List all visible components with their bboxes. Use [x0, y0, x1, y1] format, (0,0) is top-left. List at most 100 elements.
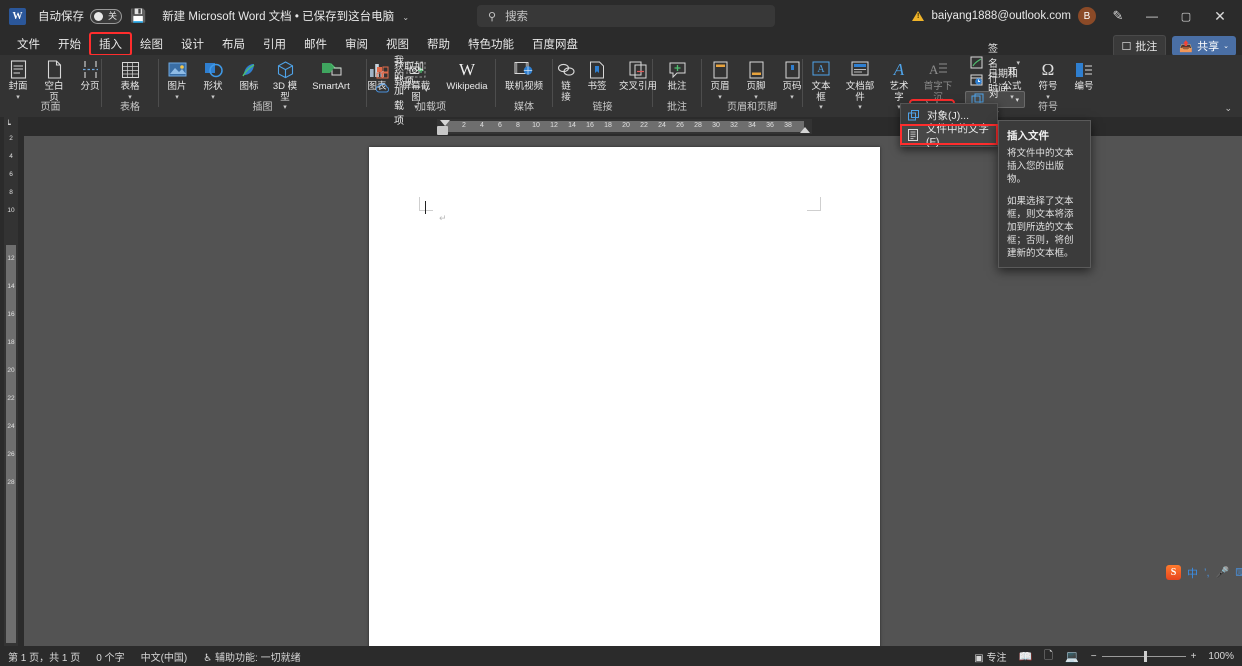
ribbon-button-bookmark[interactable]: 书签	[579, 58, 615, 94]
document-page[interactable]: ↵	[369, 147, 880, 655]
ribbon-button-my-addins[interactable]: 我的加载项 ▾	[371, 81, 433, 98]
chevron-down-icon[interactable]: ▾	[1010, 94, 1014, 101]
zoom-level[interactable]: 100%	[1208, 651, 1234, 662]
status-left: 第 1 页，共 1 页 0 个字 中文(中国) ♿ 辅助功能: 一切就绪	[0, 649, 301, 664]
ribbon-button-link[interactable]: 链接	[553, 58, 579, 104]
print-layout-icon[interactable]: 🗋	[1044, 647, 1053, 666]
language-indicator[interactable]: 中文(中国)	[141, 649, 188, 664]
chevron-down-icon[interactable]: ⌄	[1223, 42, 1229, 50]
autosave-switch[interactable]: 关	[90, 9, 122, 24]
chevron-down-icon[interactable]: ▾	[754, 94, 758, 101]
ribbon-button-symbol[interactable]: Ω 符号 ▾	[1030, 58, 1066, 102]
search-input[interactable]: ⚲ 搜索	[477, 5, 775, 27]
chevron-down-icon[interactable]: ▾	[858, 104, 862, 111]
accessibility-status[interactable]: ♿ 辅助功能: 一切就绪	[203, 649, 300, 664]
tooltip-paragraph-1: 将文件中的文本插入您的出版物。	[1007, 147, 1082, 186]
tab-draw[interactable]: 绘图	[131, 33, 172, 55]
ribbon-button-numbering[interactable]: 编号	[1066, 58, 1102, 94]
ribbon-button-shapes[interactable]: 形状 ▾	[195, 58, 231, 102]
3d-model-icon	[277, 59, 294, 80]
chevron-down-icon[interactable]: ▾	[819, 104, 823, 111]
ime-toolbar[interactable]: S 中 ’, 🎤 ⌨ ☰	[1166, 563, 1242, 582]
ribbon-label: 空白页	[40, 82, 68, 103]
document-title[interactable]: 新建 Microsoft Word 文档 • 已保存到这台电脑 ⌄	[162, 8, 409, 24]
page-info[interactable]: 第 1 页，共 1 页	[8, 649, 80, 664]
ime-mode-button[interactable]: 中	[1187, 565, 1198, 581]
collapse-ribbon-button[interactable]: ⌄	[1224, 103, 1232, 114]
tab-features[interactable]: 特色功能	[459, 33, 523, 55]
zoom-track[interactable]	[1102, 656, 1186, 657]
ribbon-button-online-video[interactable]: 联机视频	[501, 58, 547, 94]
chevron-down-icon[interactable]: ▾	[718, 94, 722, 101]
web-layout-icon[interactable]: 💻	[1065, 650, 1079, 663]
ribbon-button-smartart[interactable]: SmartArt	[303, 58, 359, 94]
ribbon-button-text-box[interactable]: A 文本框 ▾	[803, 58, 839, 112]
sogou-logo-icon[interactable]: S	[1166, 565, 1181, 580]
ribbon-button-wikipedia[interactable]: W Wikipedia	[439, 58, 495, 94]
chevron-down-icon[interactable]: ▾	[16, 94, 20, 101]
read-mode-icon[interactable]: 📖	[1018, 650, 1032, 663]
ribbon-button-pictures[interactable]: 图片 ▾	[159, 58, 195, 102]
chevron-down-icon[interactable]: ▾	[175, 94, 179, 101]
horizontal-ruler[interactable]: 2 4 6 8 10 12 14 16 18 20 22 24 26 28 30…	[437, 119, 812, 134]
tab-help[interactable]: 帮助	[418, 33, 459, 55]
tab-layout[interactable]: 布局	[213, 33, 254, 55]
ribbon-button-footer[interactable]: 页脚 ▾	[738, 58, 774, 102]
tab-mailings[interactable]: 邮件	[295, 33, 336, 55]
tab-baidu-netdisk[interactable]: 百度网盘	[523, 33, 587, 55]
chevron-down-icon[interactable]: ▾	[790, 94, 794, 101]
chevron-down-icon[interactable]: ▾	[211, 94, 215, 101]
header-icon	[713, 59, 728, 80]
ribbon-group-label: 页面	[0, 101, 101, 115]
left-indent-marker[interactable]	[437, 126, 448, 135]
bookmark-icon	[589, 59, 605, 80]
chevron-down-icon[interactable]: ▾	[424, 86, 428, 94]
focus-icon: ▣	[974, 653, 983, 664]
comments-label: 批注	[1135, 38, 1157, 54]
focus-mode-button[interactable]: ▣ 专注	[974, 649, 1006, 664]
ribbon-button-equation[interactable]: π 公式 ▾	[994, 58, 1030, 102]
keyboard-icon[interactable]: ⌨	[1235, 566, 1242, 579]
zoom-slider[interactable]: − +	[1091, 651, 1197, 662]
avatar[interactable]: B	[1078, 7, 1096, 25]
vertical-ruler-track	[6, 245, 16, 643]
comments-button[interactable]: ☐ 批注	[1113, 35, 1167, 57]
save-icon[interactable]: 💾	[130, 8, 146, 24]
share-icon: 📤	[1179, 40, 1193, 53]
close-button[interactable]: ✕	[1198, 0, 1242, 32]
share-button[interactable]: 📤 共享 ⌄	[1172, 36, 1236, 56]
tab-references[interactable]: 引用	[254, 33, 295, 55]
ribbon-button-header[interactable]: 页眉 ▾	[702, 58, 738, 102]
paragraph-mark: ↵	[439, 213, 447, 224]
ruler-tick: 8	[6, 189, 16, 196]
account-area[interactable]: baiyang1888@outlook.com B	[912, 0, 1096, 32]
tab-stop-selector[interactable]: ┕	[6, 120, 11, 129]
zoom-thumb[interactable]	[1144, 651, 1147, 662]
tab-file[interactable]: 文件	[8, 33, 49, 55]
word-count[interactable]: 0 个字	[96, 649, 124, 664]
ribbon-button-table[interactable]: 表格 ▾	[112, 58, 148, 102]
chevron-down-icon[interactable]: ▾	[1046, 94, 1050, 101]
ribbon-button-quick-parts[interactable]: 文档部件 ▾	[839, 58, 881, 112]
ribbon-button-cover-page[interactable]: 封面 ▾	[0, 58, 36, 102]
autosave-toggle[interactable]: 自动保存 关	[38, 8, 122, 24]
tab-review[interactable]: 审阅	[336, 33, 377, 55]
tooltip-insert-file: 插入文件 将文件中的文本插入您的出版物。 如果选择了文本框，则文本将添加到所选的…	[998, 120, 1091, 268]
tab-design[interactable]: 设计	[172, 33, 213, 55]
tab-insert[interactable]: 插入	[90, 33, 131, 55]
zoom-in-button[interactable]: +	[1191, 651, 1197, 662]
menu-item-text-from-file[interactable]: 文件中的文字(F)...	[901, 125, 997, 144]
vertical-ruler[interactable]: 2 4 6 8 10 12 14 16 18 20 22 24 26 28	[4, 117, 18, 647]
punctuation-icon[interactable]: ’,	[1204, 567, 1210, 579]
ribbon-button-icons[interactable]: 图标	[231, 58, 267, 94]
chevron-down-icon[interactable]: ▾	[128, 94, 132, 101]
zoom-out-button[interactable]: −	[1091, 651, 1097, 662]
tab-home[interactable]: 开始	[49, 33, 90, 55]
ribbon-button-blank-page[interactable]: 空白页	[36, 58, 72, 104]
microphone-icon[interactable]: 🎤	[1216, 566, 1230, 579]
chevron-down-icon[interactable]: ⌄	[402, 13, 409, 22]
ribbon-button-new-comment[interactable]: 批注	[659, 58, 695, 94]
ribbon-label: 文档部件	[843, 82, 877, 103]
right-indent-marker[interactable]	[800, 127, 810, 133]
search-placeholder: 搜索	[505, 8, 528, 24]
